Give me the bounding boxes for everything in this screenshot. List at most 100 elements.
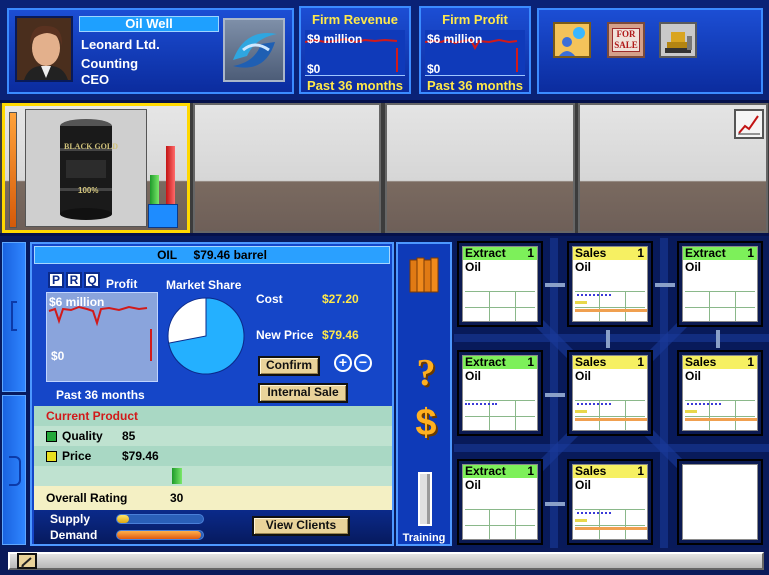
grid-building-extract[interactable]: Extract 1 Oil	[457, 350, 543, 436]
grid-building-sales[interactable]: Sales 1 Oil	[567, 459, 653, 545]
confirm-button[interactable]: Confirm	[258, 356, 320, 376]
card-dotted-line	[577, 403, 611, 405]
grid-building-extract[interactable]: Extract 1 Oil	[457, 241, 543, 327]
revenue-title: Firm Revenue	[312, 12, 398, 27]
building-card-face: Sales 1 Oil	[572, 355, 648, 431]
building-card-face: Extract 1 Oil	[682, 246, 758, 322]
trend-chart-button[interactable]	[734, 109, 764, 139]
card-vrule-2	[625, 509, 626, 539]
card-tan-bar	[465, 430, 527, 431]
tool-column: ? $ Training	[396, 242, 452, 546]
building-product: Oil	[465, 478, 482, 492]
quality-swatch	[46, 431, 57, 442]
training-gauge[interactable]	[418, 472, 432, 526]
bulldozer-icon	[665, 32, 692, 53]
side-tab-2-notch	[9, 456, 21, 486]
card-rule-bottom	[465, 525, 535, 526]
increase-price-button[interactable]: +	[334, 354, 352, 372]
card-rule-bottom	[685, 416, 755, 417]
side-tab-2[interactable]	[2, 395, 26, 545]
grid-building-extract[interactable]: Extract 1 Oil	[457, 459, 543, 545]
hire-manager-button[interactable]	[553, 22, 591, 58]
company-logo[interactable]	[223, 18, 285, 82]
card-vrule-2	[515, 400, 516, 430]
strip-slot-2[interactable]	[193, 103, 381, 233]
building-product: Oil	[575, 260, 592, 274]
tab-q[interactable]: Q	[84, 272, 100, 288]
internal-sale-button[interactable]: Internal Sale	[258, 383, 348, 403]
card-vrule-1	[709, 291, 710, 321]
building-type: Sales	[575, 246, 607, 260]
side-tab-1[interactable]	[2, 242, 26, 392]
building-card-face: Extract 1 Oil	[462, 464, 538, 540]
tab-r[interactable]: R	[66, 272, 82, 288]
building-card-face	[682, 464, 758, 540]
link-top-mid-right	[716, 330, 720, 348]
link-mid-bottom	[545, 502, 565, 506]
help-button[interactable]: ?	[410, 354, 442, 392]
profit-period: Past 36 months	[426, 78, 524, 93]
link-extract-sales-top	[545, 283, 565, 287]
supply-bar-track	[116, 514, 204, 524]
link-sales-extract-top	[655, 283, 675, 287]
card-orange-bar	[685, 418, 757, 421]
finance-button[interactable]: $	[410, 404, 442, 442]
card-tan-bar	[575, 539, 637, 540]
card-rule-top	[465, 400, 535, 401]
new-price-value: $79.46	[322, 328, 359, 342]
card-tan-bar	[575, 321, 637, 322]
card-tan-bar	[465, 321, 527, 322]
company-panel: Oil Well Leonard Ltd. Counting CEO	[7, 8, 294, 94]
building-type: Sales	[575, 355, 607, 369]
grid-building-empty[interactable]	[677, 459, 763, 545]
grid-building-extract[interactable]: Extract 1 Oil	[677, 241, 763, 327]
profit-panel[interactable]: Firm Profit $6 million $0 Past 36 months	[419, 6, 531, 94]
strip-slot-1[interactable]: BLACK GOLD 100%	[2, 103, 190, 233]
building-type: Extract	[465, 246, 506, 260]
card-small-bar	[575, 410, 587, 413]
grid-building-sales[interactable]: Sales 1 Oil	[677, 350, 763, 436]
card-orange-bar	[575, 309, 647, 312]
card-tan-bar	[575, 430, 637, 431]
card-rule-top	[465, 509, 535, 510]
market-share-pie[interactable]	[166, 296, 246, 376]
barrel-caption: 100%	[78, 186, 99, 195]
profit-chart-label: Profit	[106, 277, 138, 291]
card-orange-bar	[575, 527, 647, 530]
view-clients-button[interactable]: View Clients	[252, 516, 350, 536]
grid-building-sales[interactable]: Sales 1 Oil	[567, 241, 653, 327]
building-product: Oil	[575, 478, 592, 492]
strip-slot-4[interactable]	[578, 103, 768, 233]
bulldozer-button[interactable]	[659, 22, 697, 58]
grid-building-sales[interactable]: Sales 1 Oil	[567, 350, 653, 436]
link-top-mid-center	[606, 330, 610, 348]
library-button[interactable]	[408, 252, 442, 294]
building-level: 1	[747, 355, 754, 369]
card-vrule-2	[735, 291, 736, 321]
building-header: Extract 1	[683, 247, 757, 260]
building-level: 1	[637, 355, 644, 369]
strip-slot-3[interactable]	[385, 103, 575, 233]
card-orange-bar	[575, 418, 647, 421]
card-tan-bar	[685, 430, 747, 431]
building-type: Sales	[575, 464, 607, 478]
card-rule-top	[575, 291, 645, 292]
product-profit-top: $6 million	[49, 295, 105, 309]
product-period-label: Past 36 months	[56, 388, 145, 402]
revenue-panel[interactable]: Firm Revenue $9 million $0 Past 36 month…	[299, 6, 411, 94]
supply-demand-area: Supply Demand View Clients	[34, 510, 392, 544]
detail-product-price: $79.46 barrel	[193, 248, 267, 262]
oil-barrel-image[interactable]: BLACK GOLD 100%	[25, 109, 147, 227]
status-track	[8, 552, 764, 570]
card-rule-bottom	[465, 416, 535, 417]
building-type: Extract	[685, 246, 726, 260]
for-sale-button[interactable]: FOR SALE	[607, 22, 645, 58]
ceo-portrait[interactable]	[15, 16, 73, 82]
building-level: 1	[527, 464, 534, 478]
price-value: $79.46	[122, 449, 159, 463]
tab-p[interactable]: P	[48, 272, 64, 288]
market-share-pie-chart	[167, 297, 245, 375]
status-edit-button[interactable]	[17, 553, 37, 569]
building-header: Extract 1	[463, 247, 537, 260]
decrease-price-button[interactable]: −	[354, 354, 372, 372]
